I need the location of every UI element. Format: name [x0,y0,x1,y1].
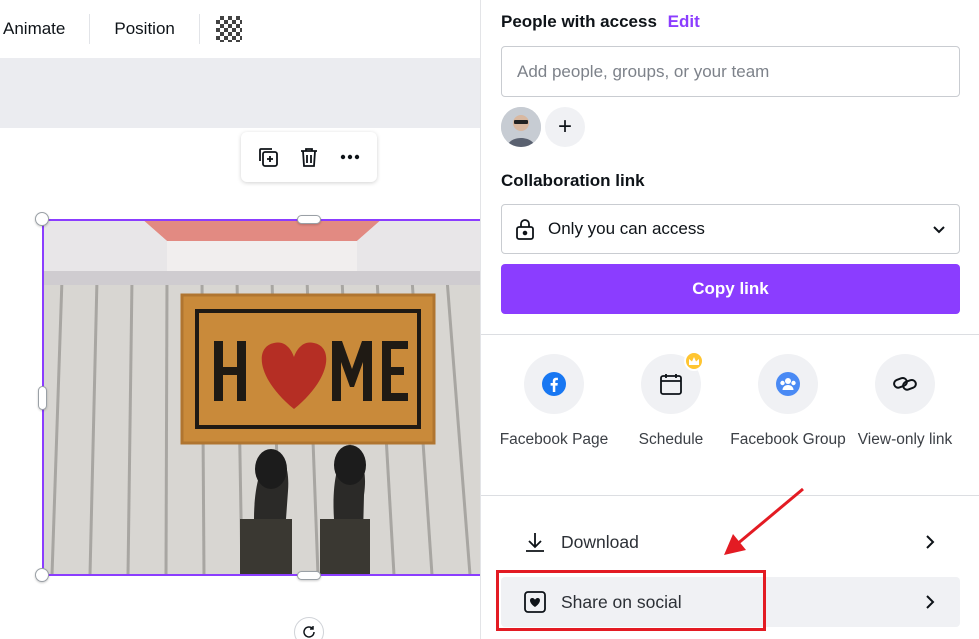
plus-icon: + [557,113,572,140]
toolbar-divider [198,14,200,44]
add-collaborator-button[interactable]: + [545,107,585,147]
canvas-top-band [0,58,480,128]
people-with-access-heading: People with access Edit [501,12,700,32]
share-option-facebook-page[interactable]: Facebook Page [495,354,613,452]
duplicate-icon[interactable] [253,142,283,172]
toolbar-divider [89,14,91,44]
resize-handle-top-left[interactable] [35,212,49,226]
access-level-value: Only you can access [548,219,705,238]
access-level-dropdown[interactable]: Only you can access [501,204,960,254]
facebook-group-icon [776,372,800,396]
rotate-handle[interactable] [294,617,324,639]
share-option-schedule[interactable]: Schedule [612,351,730,452]
link-icon [893,376,917,391]
trash-icon[interactable] [294,142,324,172]
calendar-icon [660,374,682,395]
download-row[interactable]: Download [501,517,960,567]
people-with-access-label: People with access [501,12,657,31]
share-option-view-only-link[interactable]: View-only link [846,354,964,452]
social-heart-icon [524,591,546,613]
resize-handle-left[interactable] [38,386,47,410]
position-button[interactable]: Position [100,14,188,44]
section-divider [481,334,979,335]
share-on-social-row[interactable]: Share on social [501,577,960,627]
share-panel: People with access Edit + Collaboration … [480,0,979,639]
download-icon [526,533,544,552]
share-on-social-label: Share on social [561,591,682,612]
chevron-right-icon [926,595,935,609]
resize-handle-bottom[interactable] [297,571,321,580]
lock-icon [516,219,534,240]
download-label: Download [561,531,639,552]
collaboration-link-label: Collaboration link [501,171,645,190]
share-option-facebook-group[interactable]: Facebook Group [729,354,847,452]
facebook-icon [542,372,566,396]
animate-button[interactable]: Animate [0,14,79,44]
share-option-label: Facebook Group [730,431,846,448]
editor-toolbar: Animate Position [0,0,480,58]
add-people-input[interactable] [501,46,960,97]
edit-access-link[interactable]: Edit [668,12,700,31]
more-icon[interactable] [335,142,365,172]
chevron-right-icon [926,535,935,549]
transparency-checker-icon[interactable] [215,16,242,42]
rotate-icon [303,626,315,638]
copy-link-button[interactable]: Copy link [501,264,960,314]
avatar[interactable] [501,107,541,147]
share-option-label: Facebook Page [499,431,609,448]
resize-handle-bottom-left[interactable] [35,568,49,582]
share-option-label: Schedule [638,431,704,448]
element-context-menu [241,132,377,182]
section-divider [481,495,979,496]
home-doormat-photo[interactable] [42,219,480,575]
resize-handle-top[interactable] [297,215,321,224]
share-option-label: View-only link [857,431,953,448]
chevron-down-icon [933,226,945,234]
premium-crown-icon [684,351,704,371]
